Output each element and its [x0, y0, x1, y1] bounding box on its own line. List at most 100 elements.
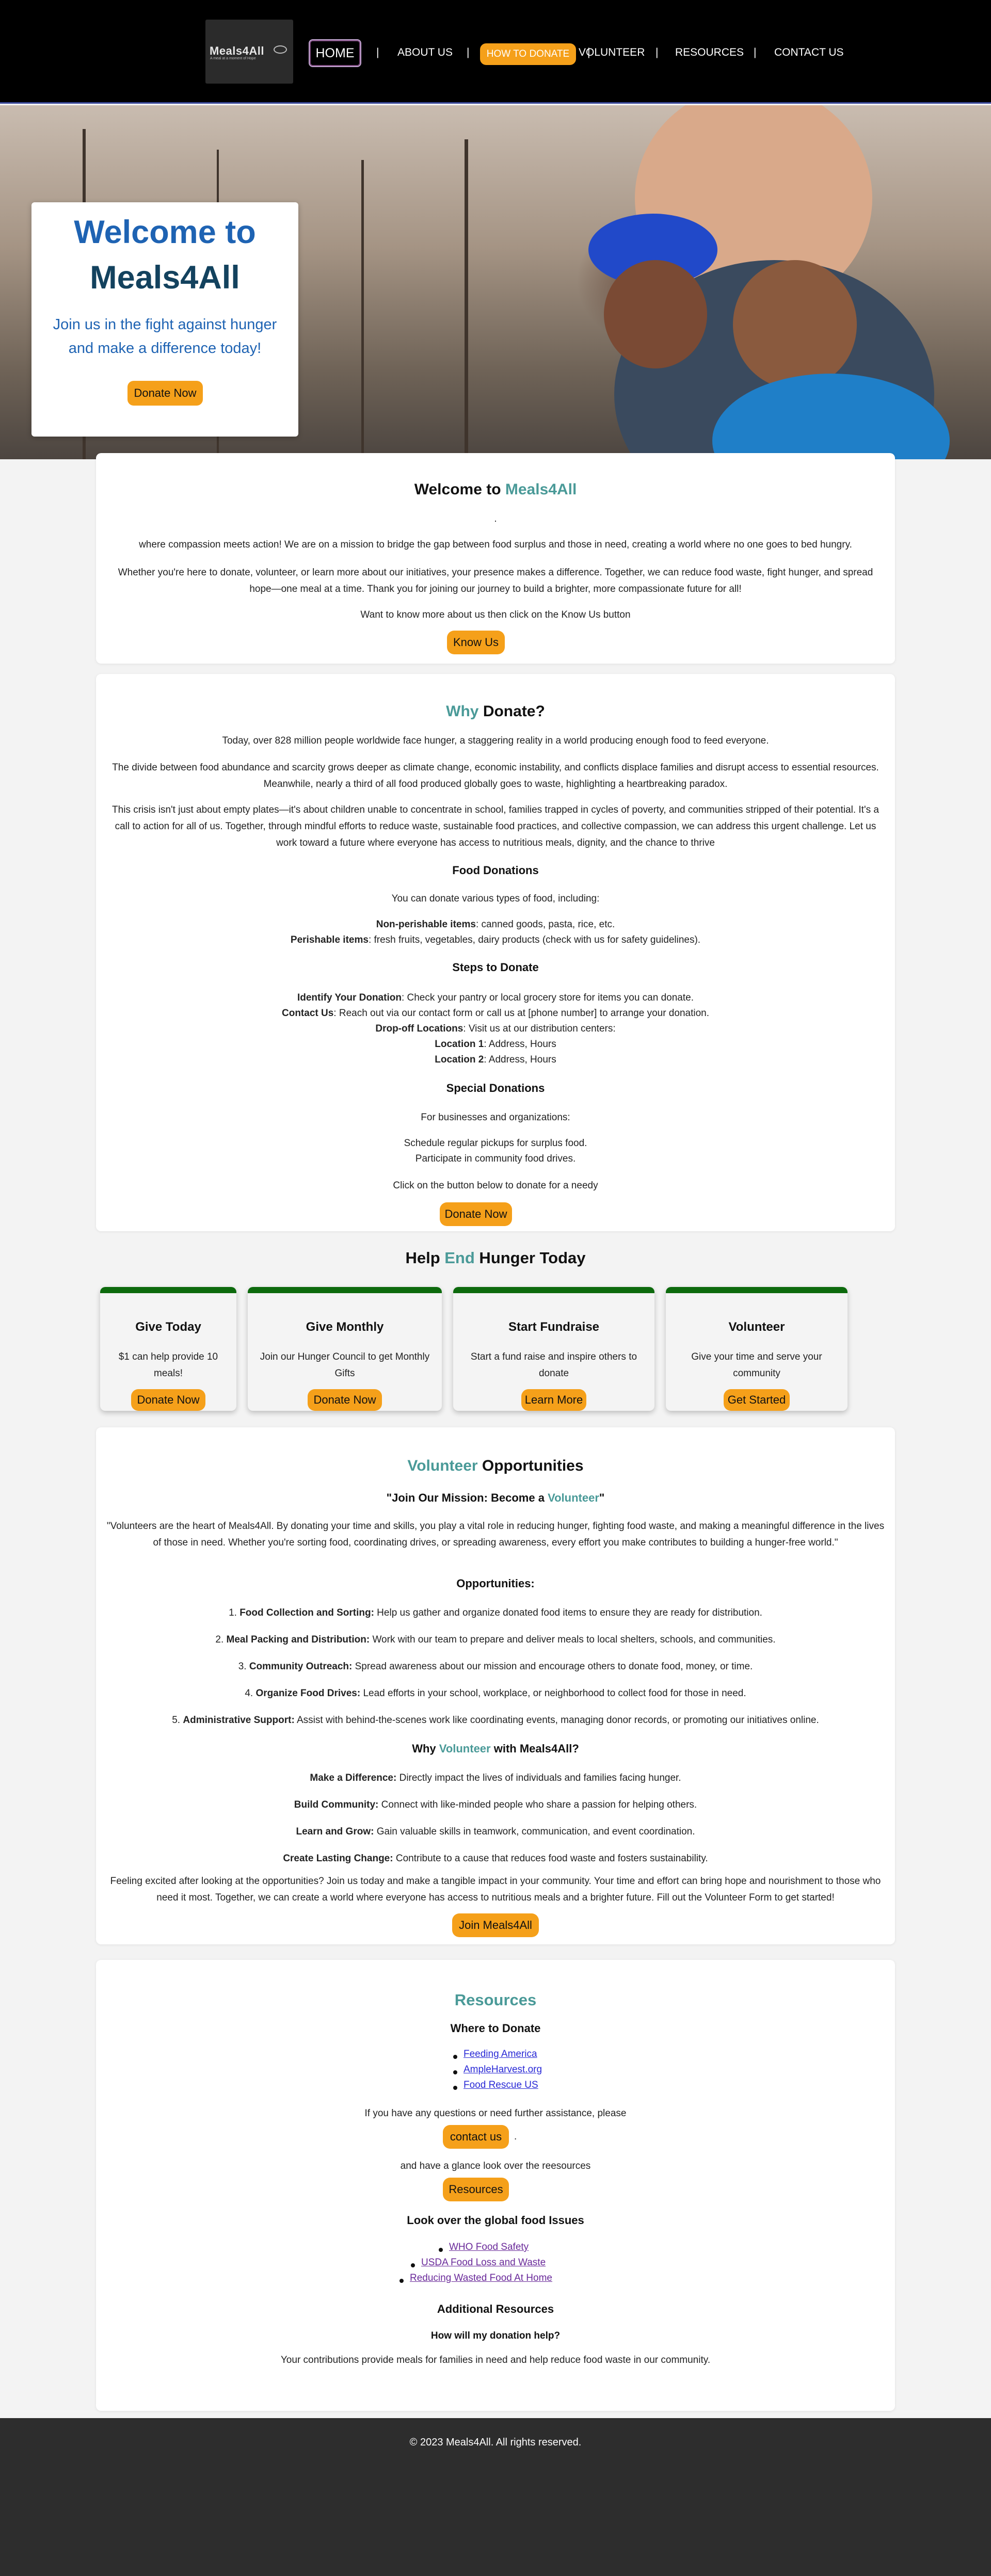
welcome-paragraph-2: Whether you're here to donate, volunteer…	[118, 567, 873, 594]
food-rescue-us-link[interactable]: Food Rescue US	[463, 2080, 538, 2091]
help-card-volunteer: Volunteer Give your time and serve your …	[666, 1287, 848, 1411]
hero-card: Welcome to Meals4All Join us in the figh…	[31, 202, 298, 437]
donate-now-button[interactable]: Donate Now	[440, 1202, 512, 1226]
benefit-item: Learn and Grow: Gain valuable skills in …	[96, 1824, 895, 1840]
perishable-item: Perishable items: fresh fruits, vegetabl…	[96, 932, 895, 948]
help-title-prefix: Help	[405, 1249, 445, 1267]
welcome-paragraph-1: where compassion meets action! We are on…	[139, 539, 852, 550]
feeding-america-link[interactable]: Feeding America	[463, 2049, 537, 2060]
step-2-label: Contact Us	[282, 1008, 334, 1019]
opportunity-number: 5.	[172, 1715, 181, 1726]
resources-title: Resources	[454, 1991, 537, 2009]
resources-button[interactable]: Resources	[443, 2178, 509, 2201]
why-suffix: with Meals4All?	[490, 1742, 579, 1755]
know-us-button[interactable]: Know Us	[447, 631, 505, 654]
hero-photo-face	[604, 260, 707, 368]
nonperishable-text: : canned goods, pasta, rice, etc.	[475, 919, 615, 930]
help-card-text: Give your time and serve your community	[691, 1351, 822, 1379]
volunteer-title-rest: Opportunities	[477, 1457, 584, 1474]
location-2-text: : Address, Hours	[484, 1054, 556, 1065]
step-3-text: : Visit us at our distribution centers:	[463, 1023, 616, 1034]
benefit-text: Gain valuable skills in teamwork, commun…	[374, 1826, 695, 1837]
volunteer-title-accent: Volunteer	[407, 1457, 478, 1474]
why-donate-paragraph-3: This crisis isn't just about empty plate…	[112, 804, 879, 848]
special-donations-intro: For businesses and organizations:	[421, 1112, 570, 1123]
why-donate-section: Why Donate? Today, over 828 million peop…	[96, 674, 895, 1231]
nav-separator: |	[376, 46, 379, 58]
nav-separator: |	[656, 46, 659, 58]
glance-text: and have a glance look over the reesourc…	[400, 2161, 591, 2171]
help-card-text: Join our Hunger Council to get Monthly G…	[260, 1351, 430, 1379]
hero-photo-detail	[361, 160, 364, 459]
steps-heading: Steps to Donate	[452, 961, 539, 974]
opportunity-text: Help us gather and organize donated food…	[374, 1607, 762, 1618]
opportunity-label: Meal Packing and Distribution:	[226, 1634, 370, 1645]
help-card-give-today: Give Today $1 can help provide 10 meals!…	[100, 1287, 236, 1411]
benefit-label: Learn and Grow:	[296, 1826, 374, 1837]
opportunity-label: Administrative Support:	[183, 1715, 295, 1726]
food-donations-heading: Food Donations	[452, 864, 539, 877]
usda-food-loss-link[interactable]: USDA Food Loss and Waste	[421, 2257, 546, 2268]
benefit-label: Make a Difference:	[310, 1773, 397, 1783]
location-1: Location 1: Address, Hours	[96, 1036, 895, 1053]
give-monthly-donate-button[interactable]: Donate Now	[308, 1389, 382, 1411]
perishable-text: : fresh fruits, vegetables, dairy produc…	[368, 935, 701, 945]
welcome-dot: .	[494, 513, 497, 524]
help-card-title: Start Fundraise	[508, 1320, 600, 1334]
reducing-wasted-food-link[interactable]: Reducing Wasted Food At Home	[410, 2273, 552, 2284]
donate-cta-text: Click on the button below to donate for …	[393, 1180, 598, 1191]
contact-us-button[interactable]: contact us	[443, 2125, 509, 2149]
nav-home-link[interactable]: HOME	[309, 39, 361, 67]
nav-separator: |	[467, 46, 470, 58]
why-prefix: Why	[412, 1742, 439, 1755]
benefit-text: Contribute to a cause that reduces food …	[393, 1853, 708, 1864]
opportunities-heading: Opportunities:	[456, 1577, 535, 1590]
mission-accent: Volunteer	[548, 1491, 599, 1504]
bullet-icon	[411, 2263, 415, 2267]
nav-volunteer-link[interactable]: VOLUNTEER	[579, 46, 645, 59]
who-food-safety-link[interactable]: WHO Food Safety	[449, 2242, 529, 2253]
site-logo[interactable]: Meals4All A meal at a moment of Hope	[205, 20, 293, 84]
help-card-title: Give Monthly	[306, 1320, 384, 1334]
hero-donate-button[interactable]: Donate Now	[127, 381, 203, 406]
additional-resources-heading: Additional Resources	[437, 2303, 554, 2315]
bullet-icon	[453, 2070, 457, 2074]
special-donation-item: Participate in community food drives.	[415, 1153, 576, 1164]
resources-section: Resources Where to Donate Feeding Americ…	[96, 1960, 895, 2411]
volunteer-quote: "Volunteers are the heart of Meals4All. …	[106, 1521, 885, 1548]
join-meals4all-button[interactable]: Join Meals4All	[452, 1913, 539, 1937]
why-donate-title-rest: Donate?	[478, 703, 545, 720]
opportunity-item: 5. Administrative Support: Assist with b…	[96, 1712, 895, 1729]
give-today-donate-button[interactable]: Donate Now	[131, 1389, 205, 1411]
volunteer-get-started-button[interactable]: Get Started	[724, 1389, 790, 1411]
welcome-paragraph-3: Want to know more about us then click on…	[360, 609, 631, 620]
bullet-icon	[439, 2248, 443, 2252]
hero-photo-detail	[465, 139, 468, 459]
hero-banner: Welcome to Meals4All Join us in the figh…	[0, 105, 991, 459]
ampleharvest-link[interactable]: AmpleHarvest.org	[463, 2064, 542, 2075]
nav-donate-link[interactable]: HOW TO DONATE	[480, 43, 576, 65]
where-to-donate-heading: Where to Donate	[450, 2022, 541, 2035]
location-1-label: Location 1	[435, 1039, 484, 1050]
why-volunteer-heading: Why Volunteer with Meals4All?	[96, 1742, 895, 1756]
welcome-section: Welcome to Meals4All . where compassion …	[96, 453, 895, 664]
hero-subtitle: Join us in the fight against hunger and …	[53, 316, 277, 357]
footer-copyright: © 2023 Meals4All. All rights reserved.	[409, 2437, 582, 2448]
benefit-label: Create Lasting Change:	[283, 1853, 393, 1864]
food-donations-intro: You can donate various types of food, in…	[391, 893, 600, 904]
start-fundraise-learn-more-button[interactable]: Learn More	[521, 1389, 586, 1411]
help-title: Help End Hunger Today	[0, 1249, 991, 1267]
opportunity-text: Assist with behind-the-scenes work like …	[294, 1715, 819, 1726]
special-donations-heading: Special Donations	[446, 1082, 545, 1094]
contact-period: .	[514, 2131, 517, 2142]
step-2-text: : Reach out via our contact form or call…	[333, 1008, 709, 1019]
step-2: Contact Us: Reach out via our contact fo…	[96, 1005, 895, 1022]
opportunity-number: 2.	[215, 1634, 224, 1645]
opportunity-label: Food Collection and Sorting:	[239, 1607, 374, 1618]
why-donate-paragraph-1: Today, over 828 million people worldwide…	[222, 735, 769, 746]
nav-resources-link[interactable]: RESOURCES	[675, 46, 744, 59]
nav-about-link[interactable]: ABOUT US	[397, 46, 453, 59]
nav-contact-link[interactable]: CONTACT US	[774, 46, 844, 59]
faq-question: How will my donation help?	[430, 2330, 561, 2341]
perishable-label: Perishable items	[290, 935, 369, 945]
